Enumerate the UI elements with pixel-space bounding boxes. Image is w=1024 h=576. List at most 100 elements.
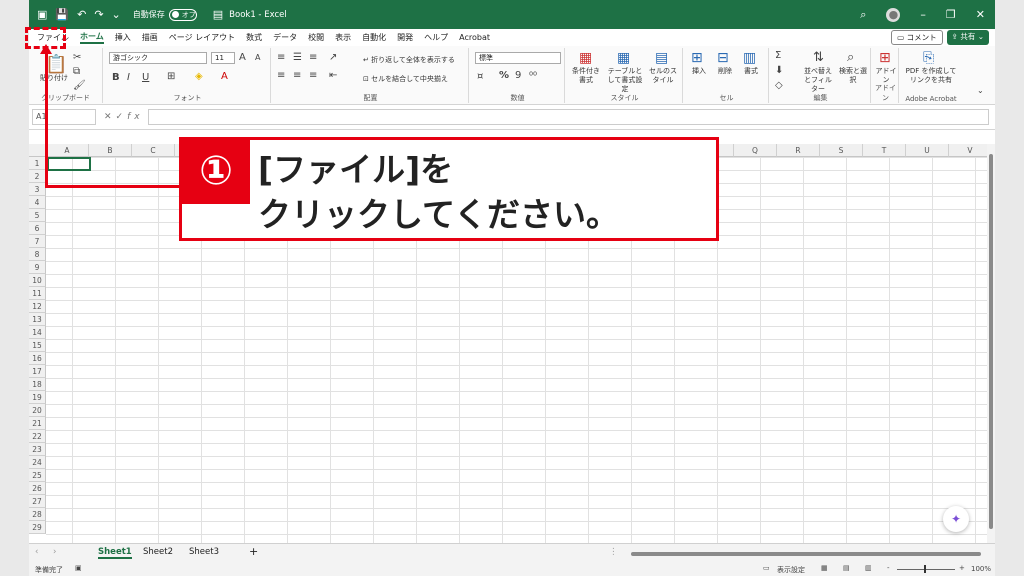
row-header[interactable]: 4 [29, 196, 46, 209]
decimal-icon[interactable]: ⁰⁰ [529, 71, 537, 82]
number-format-dropdown[interactable]: 標準 [475, 52, 561, 64]
merge-center-button[interactable]: ⊡ セルを結合して中央揃え [363, 75, 463, 84]
column-header[interactable]: V [949, 144, 987, 157]
sheet-options-icon[interactable]: ⋮ [609, 547, 618, 557]
formula-input[interactable] [147, 109, 989, 125]
align-top-icon[interactable]: ≡ [277, 52, 285, 63]
clear-icon[interactable]: ◇ [775, 80, 783, 91]
align-left-icon[interactable]: ≡ [277, 70, 285, 81]
format-cells-icon[interactable]: ▥ [743, 50, 756, 66]
sheet-tab-3[interactable]: Sheet3 [189, 547, 219, 557]
align-right-icon[interactable]: ≡ [309, 70, 317, 81]
column-header[interactable]: S [820, 144, 863, 157]
orientation-icon[interactable]: ↗ [329, 52, 337, 63]
font-color-icon[interactable]: A [221, 71, 228, 82]
align-bottom-icon[interactable]: ≡ [309, 52, 317, 63]
save-icon[interactable]: 💾 [55, 8, 69, 21]
page-break-view-icon[interactable]: ▥ [865, 564, 872, 572]
row-header[interactable]: 10 [29, 274, 46, 287]
column-header[interactable]: T [863, 144, 906, 157]
customize-icon[interactable]: ⌄ [112, 8, 121, 21]
row-header[interactable]: 5 [29, 209, 46, 222]
zoom-slider-thumb[interactable] [924, 565, 926, 573]
cell-styles-icon[interactable]: ▤ [655, 50, 668, 66]
find-select-icon[interactable]: ⌕ [847, 50, 854, 65]
sheet-tab-1[interactable]: Sheet1 [98, 547, 132, 559]
format-cells-button[interactable]: 書式 [739, 67, 763, 76]
undo-icon[interactable]: ↶ [77, 8, 86, 21]
horizontal-scroll-thumb[interactable] [631, 552, 981, 556]
percent-icon[interactable]: % [499, 70, 509, 81]
wrap-text-button[interactable]: ↵ 折り返して全体を表示する [363, 56, 463, 65]
prev-sheet-icon[interactable]: ‹ [35, 547, 38, 557]
autosave-toggle[interactable]: オフ [168, 8, 197, 21]
delete-cells-icon[interactable]: ⊟ [717, 50, 729, 66]
addins-icon[interactable]: ⊞ [879, 50, 891, 66]
restore-icon[interactable]: ❐ [946, 8, 956, 21]
next-sheet-icon[interactable]: › [53, 547, 56, 557]
row-header[interactable]: 6 [29, 222, 46, 235]
indent-icon[interactable]: ⇤ [329, 70, 337, 81]
align-middle-icon[interactable]: ☰ [293, 52, 302, 63]
column-header[interactable]: R [777, 144, 820, 157]
cell-styles-button[interactable]: セルのスタイル [647, 67, 679, 85]
conditional-format-button[interactable]: 条件付き書式 [569, 67, 603, 85]
share-button[interactable]: ⇪ 共有 ⌄ [946, 30, 989, 45]
row-header[interactable]: 17 [29, 365, 46, 378]
format-table-icon[interactable]: ▦ [617, 50, 630, 66]
tab-review[interactable]: 校閲 [308, 32, 324, 43]
comment-button[interactable]: ▭ コメント [891, 30, 943, 45]
tab-home[interactable]: ホーム [80, 31, 104, 44]
row-header[interactable]: 1 [29, 157, 46, 170]
display-settings[interactable]: 表示設定 [777, 565, 805, 575]
find-select-button[interactable]: 検索と選択 [837, 67, 869, 85]
tab-help[interactable]: ヘルプ [424, 32, 448, 43]
comma-icon[interactable]: 9 [515, 70, 521, 81]
zoom-out-button[interactable]: - [887, 564, 890, 572]
row-header[interactable]: 15 [29, 339, 46, 352]
page-layout-view-icon[interactable]: ▤ [843, 564, 850, 572]
row-header[interactable]: 23 [29, 443, 46, 456]
row-header[interactable]: 13 [29, 313, 46, 326]
column-header[interactable]: Q [734, 144, 777, 157]
vertical-scrollbar[interactable] [987, 144, 995, 543]
redo-icon[interactable]: ↷ [94, 8, 103, 21]
autosave[interactable]: 自動保存 オフ [133, 8, 197, 21]
tab-insert[interactable]: 挿入 [115, 32, 131, 43]
accessibility-icon[interactable]: ▣ [75, 564, 82, 572]
row-header[interactable]: 8 [29, 248, 46, 261]
row-header[interactable]: 12 [29, 300, 46, 313]
minimize-icon[interactable]: – [920, 8, 926, 21]
row-header[interactable]: 18 [29, 378, 46, 391]
tab-data[interactable]: データ [273, 32, 297, 43]
sort-filter-icon[interactable]: ⇅ [813, 50, 824, 65]
currency-icon[interactable]: ¤ [477, 71, 483, 82]
font-size-dropdown[interactable]: 11 [211, 52, 235, 64]
font-shrink-icon[interactable]: A [255, 53, 260, 62]
tab-acrobat[interactable]: Acrobat [459, 33, 490, 42]
row-header[interactable]: 24 [29, 456, 46, 469]
delete-cells-button[interactable]: 削除 [713, 67, 737, 76]
tab-page-layout[interactable]: ページ レイアウト [169, 32, 235, 43]
fill-color-icon[interactable]: ◈ [195, 71, 203, 82]
row-header[interactable]: 20 [29, 404, 46, 417]
autosum-icon[interactable]: Σ [775, 50, 781, 61]
select-all-corner[interactable] [29, 144, 46, 157]
zoom-in-button[interactable]: + [959, 564, 965, 572]
row-header[interactable]: 21 [29, 417, 46, 430]
align-center-icon[interactable]: ≡ [293, 70, 301, 81]
normal-view-icon[interactable]: ▦ [821, 564, 828, 572]
column-header[interactable]: U [906, 144, 949, 157]
format-table-button[interactable]: テーブルとして書式設定 [605, 67, 645, 94]
pdf-icon[interactable]: ⎘ [923, 50, 934, 66]
account-avatar-icon[interactable]: ● [886, 7, 901, 22]
row-header[interactable]: 22 [29, 430, 46, 443]
tab-draw[interactable]: 描画 [142, 32, 158, 43]
row-header[interactable]: 2 [29, 170, 46, 183]
font-grow-icon[interactable]: A [239, 52, 246, 63]
row-header[interactable]: 28 [29, 508, 46, 521]
sheet-tab-2[interactable]: Sheet2 [143, 547, 173, 557]
row-header[interactable]: 27 [29, 495, 46, 508]
fill-icon[interactable]: ⬇ [775, 65, 783, 76]
insert-cells-icon[interactable]: ⊞ [691, 50, 703, 66]
